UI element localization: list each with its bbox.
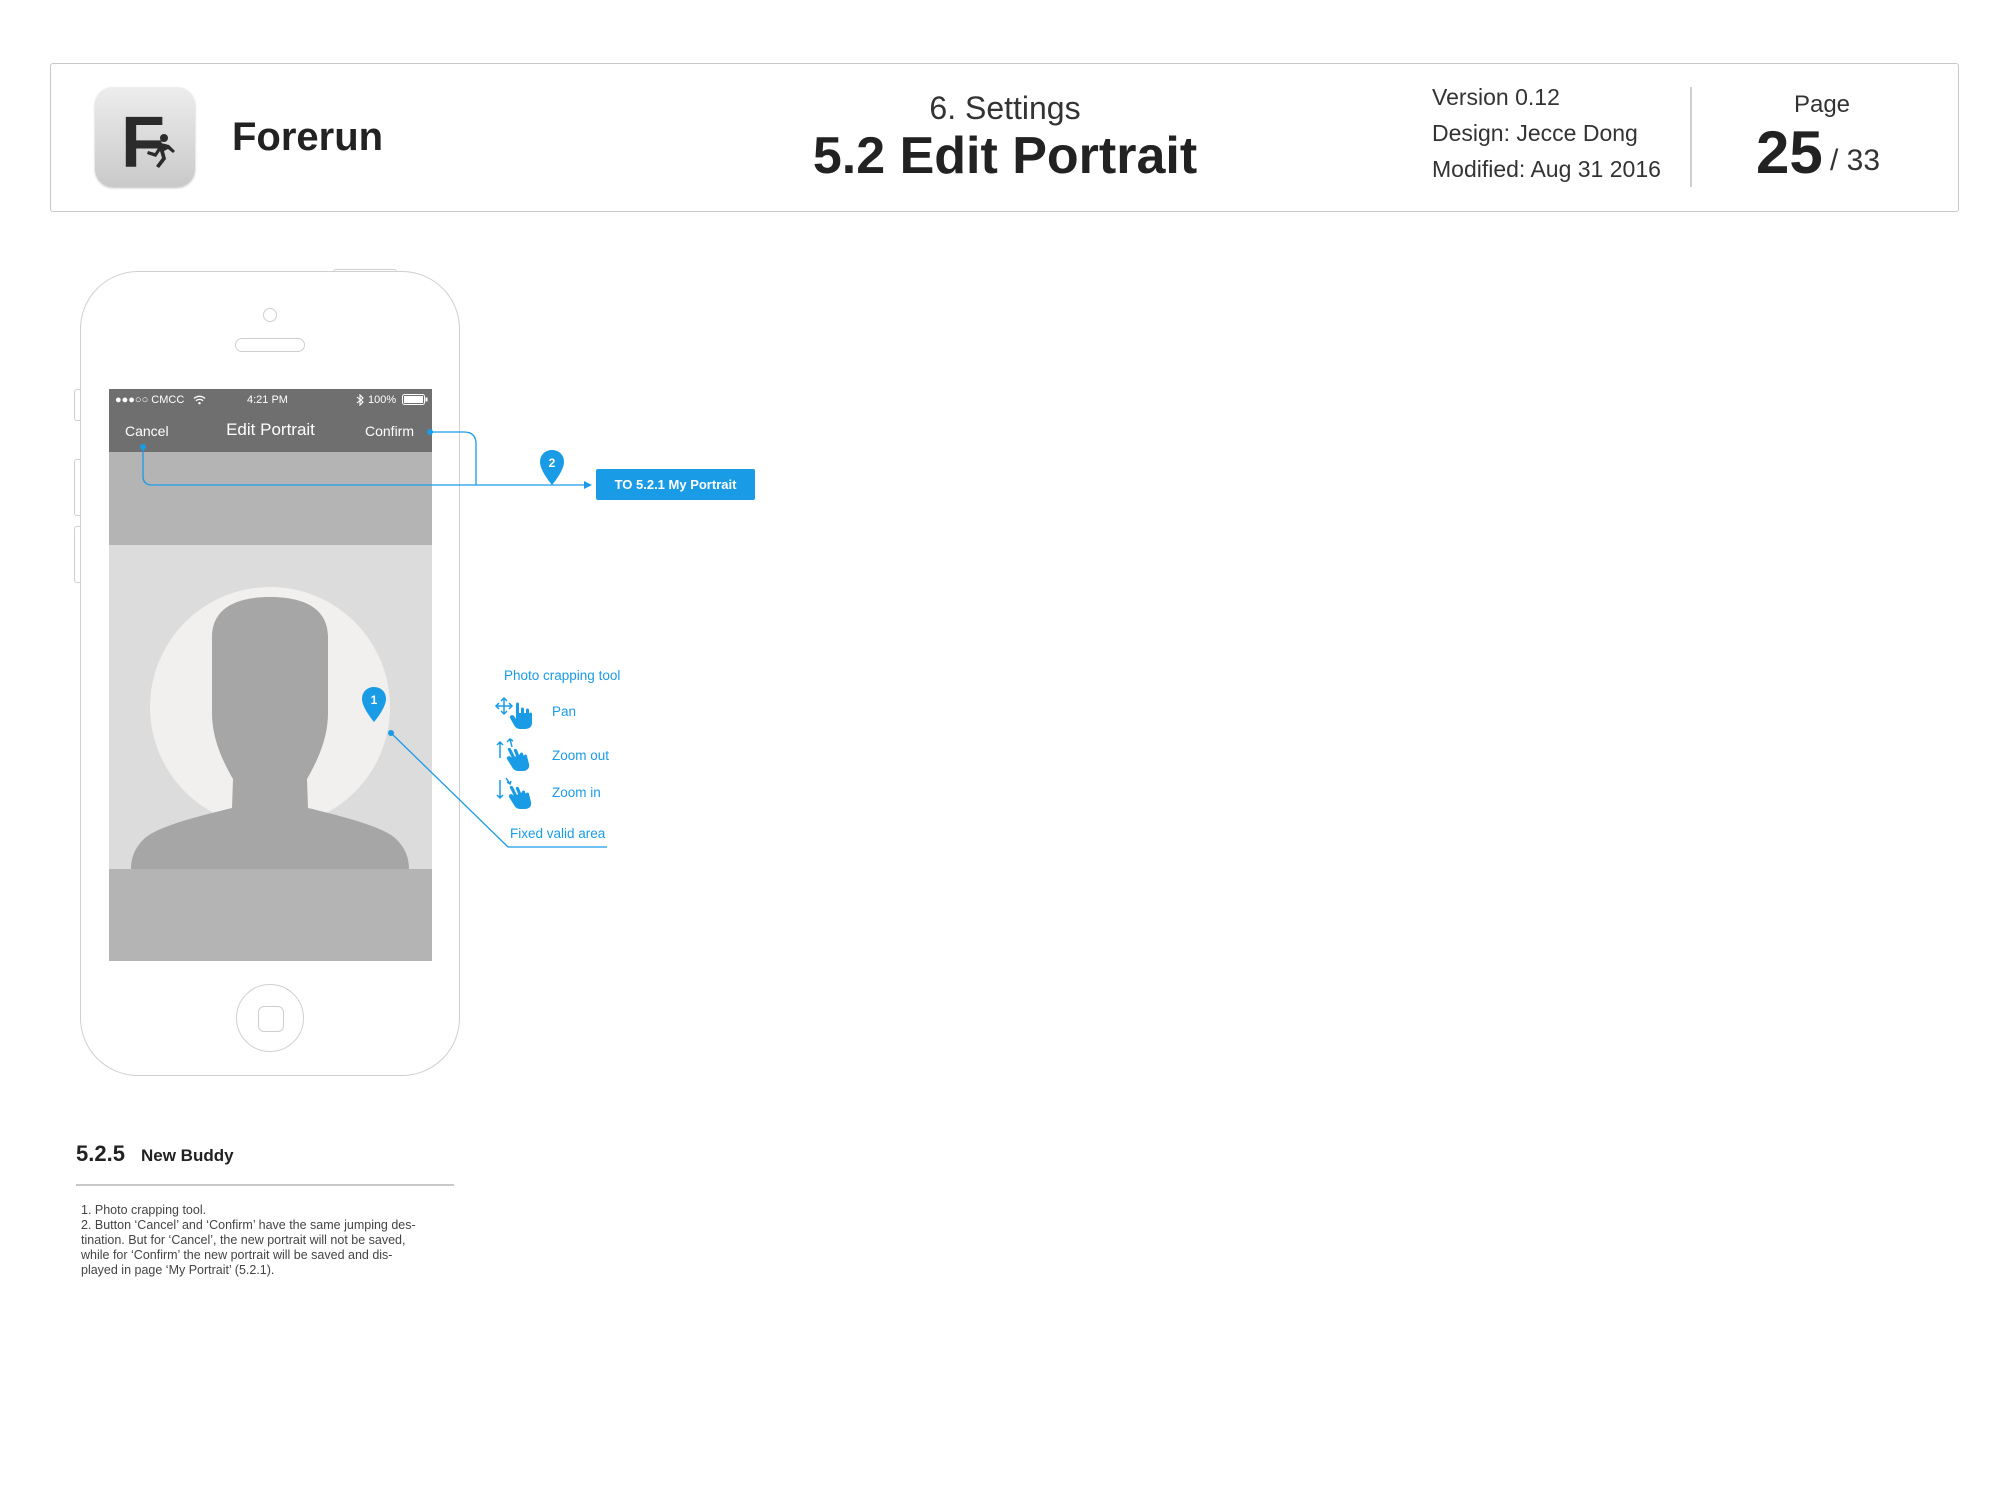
link-to-my-portrait[interactable]: TO 5.2.1 My Portrait [596, 469, 755, 500]
annotation-connectors [140, 429, 607, 848]
gesture-zoom-in-label: Zoom in [552, 785, 601, 800]
note-section-number: 5.2.5 [76, 1141, 125, 1166]
marker-1-label: 1 [370, 693, 378, 707]
fixed-valid-area-label: Fixed valid area [510, 826, 606, 841]
pan-gesture-icon [494, 696, 532, 729]
marker-2-label: 2 [548, 456, 556, 470]
tool-title: Photo crapping tool [504, 668, 621, 683]
zoom-out-gesture-icon [496, 738, 530, 771]
note-line-4: while for ‘Confirm’ the new portrait wil… [81, 1248, 393, 1262]
gesture-pan-label: Pan [552, 704, 577, 719]
note-line-1: 1. Photo crapping tool. [81, 1203, 207, 1217]
note-line-3: tination. But for ‘Cancel’, the new port… [81, 1233, 406, 1247]
zoom-in-gesture-icon [496, 777, 532, 809]
gesture-zoom-out-label: Zoom out [552, 748, 610, 763]
note-divider [76, 1184, 454, 1186]
note-line-5: played in page ‘My Portrait’ (5.2.1). [81, 1263, 275, 1277]
note-section-title: New Buddy [141, 1146, 234, 1165]
note-line-2: 2. Button ‘Cancel’ and ‘Confirm’ have th… [81, 1218, 416, 1232]
